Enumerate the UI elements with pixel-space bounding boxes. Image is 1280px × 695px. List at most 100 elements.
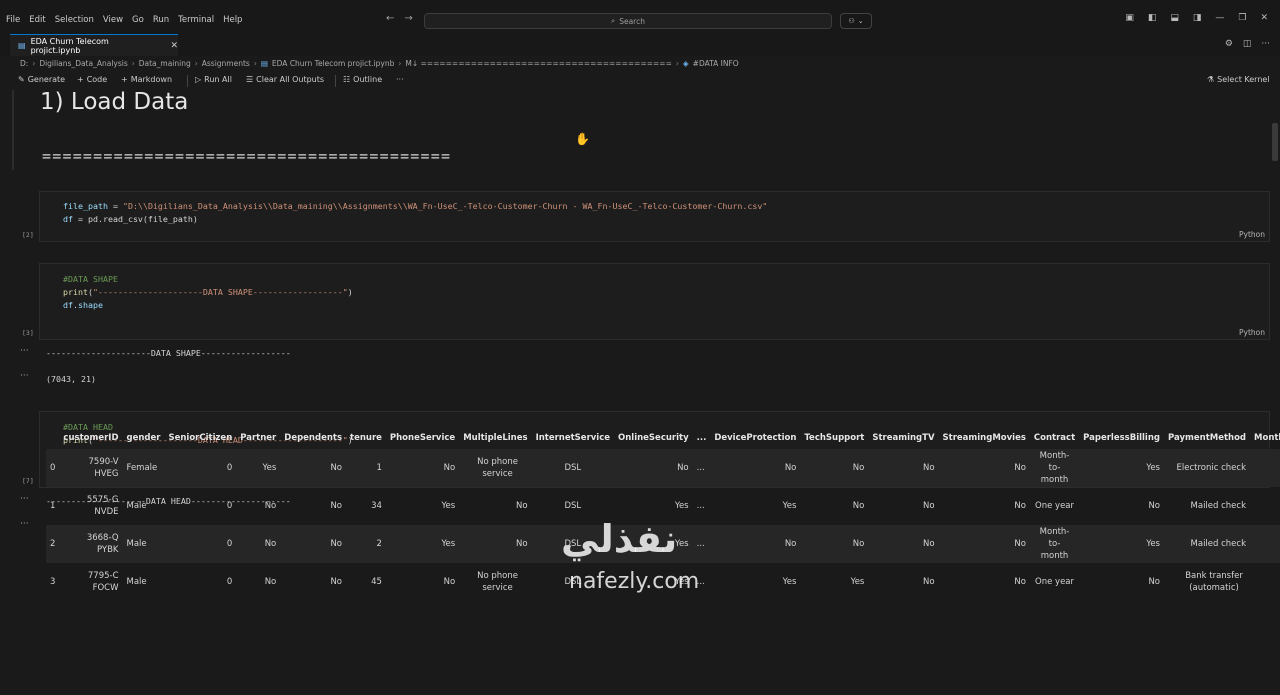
add-markdown-button[interactable]: + Markdown xyxy=(121,75,172,84)
editor-tab[interactable]: ▤ EDA Churn Telecom projict.ipynb ✕ xyxy=(10,34,178,56)
table-header: ... xyxy=(696,433,707,443)
table-cell: No xyxy=(677,463,689,473)
menu-selection[interactable]: Selection xyxy=(55,15,94,25)
layout-customize-icon[interactable]: ▣ xyxy=(1125,13,1134,23)
output-menu-icon[interactable]: ··· xyxy=(20,494,29,504)
notebook-file-icon: ▤ xyxy=(260,59,268,68)
run-all-button[interactable]: ▷ Run All xyxy=(195,75,232,84)
cell-language[interactable]: Python xyxy=(1239,230,1265,239)
menu-view[interactable]: View xyxy=(103,15,123,25)
table-cell: No xyxy=(922,463,935,473)
menu-run[interactable]: Run xyxy=(153,15,169,25)
clear-outputs-button[interactable]: ☰ Clear All Outputs xyxy=(246,75,324,84)
generate-button[interactable]: ✎ Generate xyxy=(18,75,65,84)
breadcrumb-item[interactable]: Assignments xyxy=(202,59,250,68)
code-token: = pd.read_csv(file_path) xyxy=(73,214,198,224)
minimize-icon[interactable]: — xyxy=(1215,13,1224,23)
table-cell: 0 xyxy=(226,539,233,549)
execution-count: [7] xyxy=(22,477,34,485)
breadcrumb-item[interactable]: M↓ =====================================… xyxy=(405,59,672,68)
breadcrumb-item[interactable]: #DATA INFO xyxy=(693,59,739,68)
search-icon: ⌕ xyxy=(611,16,616,25)
table-cell: 45 xyxy=(371,577,382,587)
table-cell: No xyxy=(443,463,456,473)
cell-code[interactable]: #DATA SHAPE print("---------------------… xyxy=(63,273,353,312)
run-icon: ▷ xyxy=(195,75,202,84)
more-actions-icon[interactable]: ··· xyxy=(1261,39,1270,49)
table-cell: Male xyxy=(126,501,147,511)
cell-code[interactable]: file_path = "D:\\Digilians_Data_Analysis… xyxy=(63,200,767,226)
sparkle-icon: ✎ xyxy=(18,75,25,84)
table-cell: One year xyxy=(1035,577,1075,587)
table-cell: No xyxy=(922,577,935,587)
scrollbar-thumb[interactable] xyxy=(1272,123,1278,161)
breadcrumb-item[interactable]: Data_maining xyxy=(139,59,191,68)
forward-arrow-icon[interactable]: → xyxy=(404,13,412,24)
gear-icon[interactable]: ⚙ xyxy=(1225,39,1233,49)
table-header: PaperlessBilling xyxy=(1083,433,1160,443)
cell-text: Month-to-month xyxy=(1039,527,1070,561)
cell-output: (7043, 21) xyxy=(46,374,96,384)
breadcrumb-item[interactable]: EDA Churn Telecom projict.ipynb xyxy=(272,59,394,68)
close-tab-icon[interactable]: ✕ xyxy=(170,41,178,51)
cell-language[interactable]: Python xyxy=(1239,328,1265,337)
copilot-button[interactable]: ⚇ ⌄ xyxy=(840,13,872,29)
table-cell xyxy=(1250,525,1280,563)
add-code-button[interactable]: + Code xyxy=(77,75,107,84)
plus-icon: + xyxy=(121,75,128,84)
table-header: Dependents xyxy=(284,433,343,443)
table-cell: No xyxy=(330,539,343,549)
table-header: SeniorCitizen xyxy=(168,433,233,443)
clear-icon: ☰ xyxy=(246,75,254,84)
breadcrumb-item[interactable]: D: xyxy=(20,59,28,68)
table-cell: Yes xyxy=(1146,463,1160,473)
output-menu-icon[interactable]: ··· xyxy=(20,519,29,529)
menu-edit[interactable]: Edit xyxy=(29,15,45,25)
cell-text: 3668-QPYBK xyxy=(86,533,119,555)
select-kernel-button[interactable]: ⚗ Select Kernel xyxy=(1207,75,1270,84)
table-cell: 34 xyxy=(371,501,382,511)
table-cell: 0 xyxy=(226,463,233,473)
menu-bar: File Edit Selection View Go Run Terminal… xyxy=(6,15,251,25)
command-search[interactable]: ⌕ Search xyxy=(424,13,832,29)
markdown-heading: 1) Load Data xyxy=(40,90,189,115)
table-cell: Month-to-month xyxy=(1030,525,1079,563)
back-arrow-icon[interactable]: ← xyxy=(386,13,394,24)
more-toolbar-button[interactable]: ··· xyxy=(396,75,404,84)
output-menu-icon[interactable]: ··· xyxy=(20,346,29,356)
split-editor-icon[interactable]: ◫ xyxy=(1243,39,1252,49)
table-cell: ... xyxy=(696,501,705,511)
plus-icon: + xyxy=(77,75,84,84)
table-cell: Yes xyxy=(850,577,865,587)
cell-text: 7795-CFOCW xyxy=(87,571,119,593)
restore-icon[interactable]: ❐ xyxy=(1238,13,1246,23)
table-cell: Month-to-month xyxy=(1030,449,1079,487)
table-cell: DSL xyxy=(564,463,582,473)
table-header: Partner xyxy=(240,433,277,443)
close-window-icon[interactable]: ✕ xyxy=(1260,13,1268,23)
toggle-panel-icon[interactable]: ⬓ xyxy=(1170,13,1179,23)
output-menu-icon[interactable]: ··· xyxy=(20,371,29,381)
code-cell[interactable]: #DATA SHAPE print("---------------------… xyxy=(39,263,1270,340)
cell-text: 7590-VHVEG xyxy=(88,457,119,479)
code-token: = xyxy=(107,201,123,211)
table-header: PhoneService xyxy=(389,433,456,443)
toggle-secondary-sidebar-icon[interactable]: ◨ xyxy=(1193,13,1202,23)
cell-text: 5575-GNVDE xyxy=(86,495,119,517)
breadcrumb-item[interactable]: Digilians_Data_Analysis xyxy=(39,59,127,68)
table-cell: One year xyxy=(1035,501,1075,511)
menu-file[interactable]: File xyxy=(6,15,20,25)
code-cell[interactable]: file_path = "D:\\Digilians_Data_Analysis… xyxy=(39,191,1270,242)
menu-go[interactable]: Go xyxy=(132,15,144,25)
toggle-sidebar-icon[interactable]: ◧ xyxy=(1148,13,1157,23)
table-cell: No xyxy=(264,501,277,511)
cell-text: Bank transfer (automatic) xyxy=(1185,571,1243,593)
table-header: StreamingMovies xyxy=(942,433,1026,443)
table-cell: 3668-QPYBK xyxy=(59,525,122,563)
menu-terminal[interactable]: Terminal xyxy=(178,15,214,25)
code-token: print xyxy=(63,287,88,297)
menu-help[interactable]: Help xyxy=(223,15,242,25)
outline-button[interactable]: ☷ Outline xyxy=(343,75,382,84)
table-cell: Yes xyxy=(441,539,456,549)
markdown-rule: ======================================== xyxy=(42,147,452,165)
